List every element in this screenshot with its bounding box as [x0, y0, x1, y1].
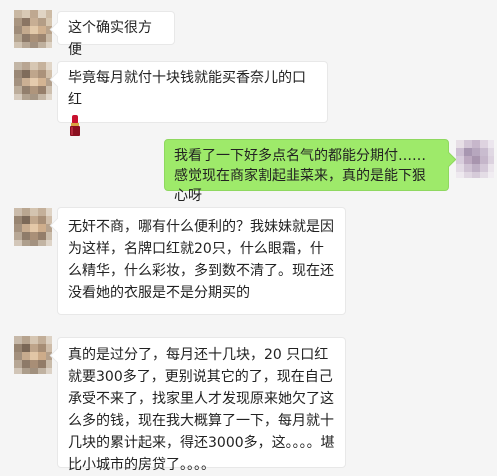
message-bubble-incoming[interactable]: 毕竟每月就付十块钱就能买香奈儿的口红: [57, 61, 328, 136]
message-bubble-incoming[interactable]: 真的是过分了，每月还十几块，20 只口红就要300多了，更别说其它的了，现在自己…: [57, 337, 346, 473]
message-text: 无奸不商，哪有什么便利的？我妹妹就是因为这样，名牌口红就20只，什么眼霜，什么精…: [68, 219, 334, 301]
contact-avatar[interactable]: [14, 336, 52, 374]
message-text: 真的是过分了，每月还十几块，20 只口红就要300多了，更别说其它的了，现在自己…: [68, 347, 335, 473]
message-text: 我看了一下好多点名气的都能分期付……感觉现在商家割起韭菜来，真的是能下狠心呀: [174, 148, 426, 204]
message-bubble-outgoing[interactable]: 我看了一下好多点名气的都能分期付……感觉现在商家割起韭菜来，真的是能下狠心呀: [164, 139, 449, 204]
message-text: 毕竟每月就付十块钱就能买香奈儿的口红: [68, 70, 306, 108]
message-bubble-incoming[interactable]: 这个确实很方便: [57, 11, 175, 58]
message-text: 这个确实很方便: [68, 20, 152, 58]
message-bubble-incoming[interactable]: 无奸不商，哪有什么便利的？我妹妹就是因为这样，名牌口红就20只，什么眼霜，什么精…: [57, 207, 346, 315]
lipstick-emoji-icon: [70, 115, 80, 136]
contact-avatar[interactable]: [14, 10, 52, 48]
my-avatar[interactable]: [456, 140, 494, 178]
contact-avatar[interactable]: [14, 208, 52, 246]
contact-avatar[interactable]: [14, 62, 52, 100]
